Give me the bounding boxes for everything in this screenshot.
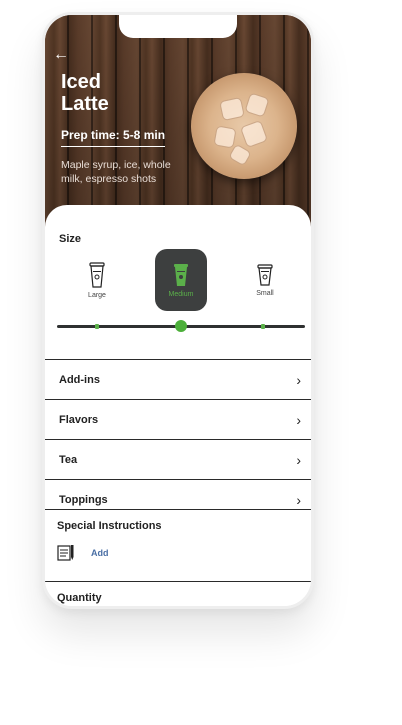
cup-icon <box>257 263 273 286</box>
slider-thumb[interactable] <box>175 320 187 332</box>
cup-icon <box>89 261 105 288</box>
prep-time: Prep time: 5-8 min <box>61 128 166 147</box>
slider-tick <box>261 324 265 329</box>
ice-cube <box>213 125 237 149</box>
option-label: Tea <box>59 453 78 466</box>
special-instructions-heading: Special Instructions <box>57 520 162 532</box>
option-label: Toppings <box>59 493 108 506</box>
ice-cube <box>239 119 269 149</box>
ice-cube <box>219 96 245 122</box>
chevron-right-icon: › <box>296 451 301 468</box>
chevron-right-icon: › <box>296 491 301 508</box>
option-label: Flavors <box>59 413 99 426</box>
option-row-flavors[interactable]: Flavors › <box>45 399 311 439</box>
iced-latte-photo <box>191 73 297 179</box>
cup-icon <box>174 263 188 286</box>
size-option-large[interactable]: Large <box>71 249 123 311</box>
size-option-label: Medium <box>168 290 194 298</box>
chevron-right-icon: › <box>296 411 301 428</box>
quantity-heading: Quantity <box>57 592 102 604</box>
phone-frame: ← Iced Latte Prep time: 5-8 min Maple sy… <box>42 12 314 609</box>
size-option-label: Small <box>256 289 274 297</box>
product-title: Iced Latte <box>61 71 109 115</box>
option-row-add-ins[interactable]: Add-ins › <box>45 359 311 399</box>
size-option-label: Large <box>88 291 106 299</box>
phone-notch <box>119 15 237 38</box>
special-instructions-section: Special Instructions Add <box>45 509 311 581</box>
option-row-tea[interactable]: Tea › <box>45 439 311 479</box>
size-slider[interactable] <box>57 320 305 332</box>
back-arrow-icon[interactable]: ← <box>53 47 69 63</box>
slider-tick <box>95 324 99 329</box>
add-instructions-button[interactable]: Add <box>57 544 109 562</box>
notes-icon <box>57 545 74 561</box>
options-sheet: Size Large Medium Small Add-ins › Flavor… <box>45 205 311 606</box>
size-heading: Size <box>59 233 82 245</box>
option-label: Add-ins <box>59 373 100 386</box>
product-description: Maple syrup, ice, whole milk, espresso s… <box>61 159 171 185</box>
quantity-section: Quantity <box>45 581 311 606</box>
add-link[interactable]: Add <box>91 548 109 558</box>
chevron-right-icon: › <box>296 371 301 388</box>
ice-cube <box>244 92 270 118</box>
size-option-medium[interactable]: Medium <box>155 249 207 311</box>
size-option-small[interactable]: Small <box>239 249 291 311</box>
